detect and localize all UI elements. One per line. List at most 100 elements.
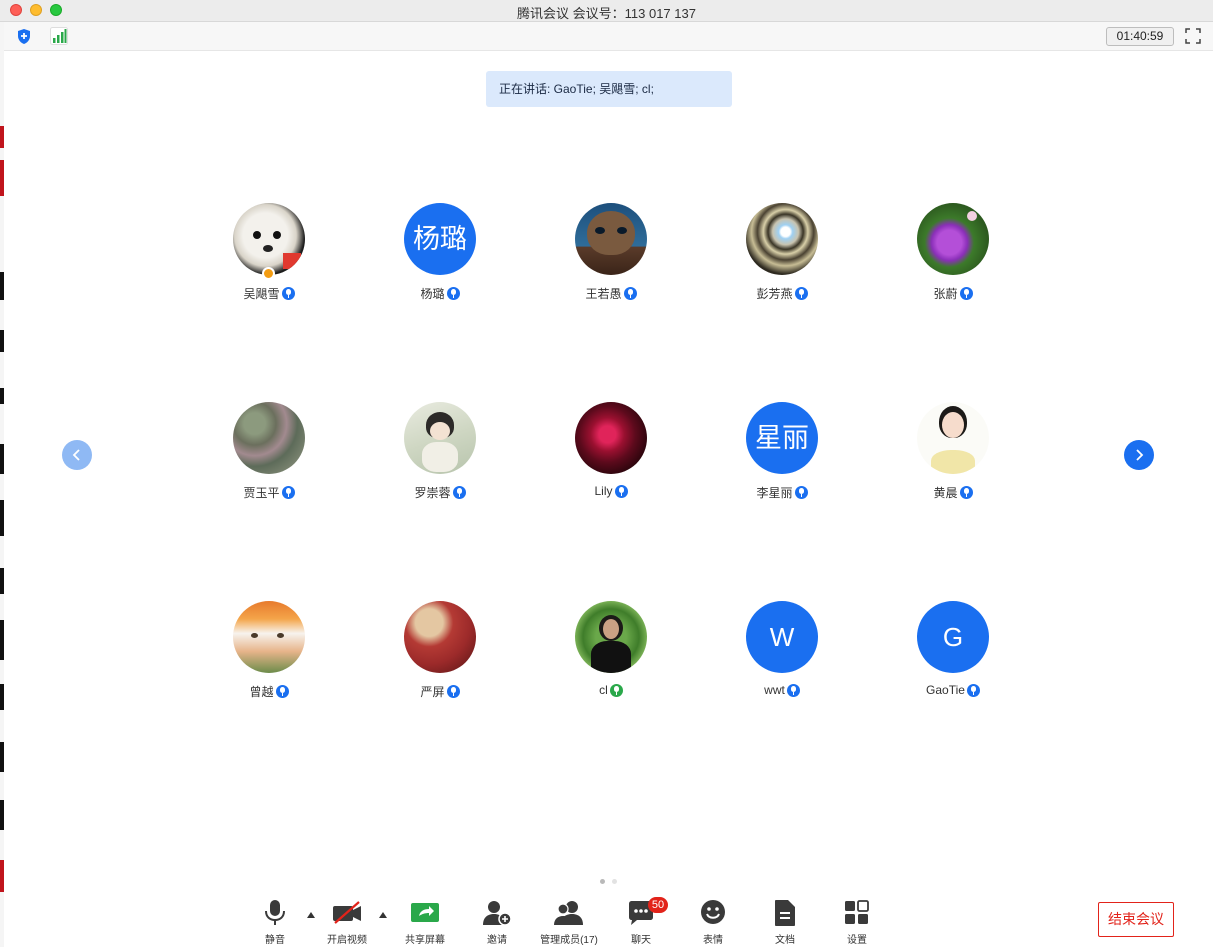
- participant-name-row: Lily: [531, 484, 691, 498]
- avatar: [575, 402, 647, 474]
- mic-icon[interactable]: [786, 683, 800, 697]
- mic-icon[interactable]: [452, 486, 466, 499]
- avatar: [233, 601, 305, 673]
- avatar: [746, 203, 818, 275]
- mic-icon[interactable]: [281, 486, 295, 499]
- title-bar: 腾讯会议 会议号：113 017 137: [0, 0, 1213, 22]
- participant-tile[interactable]: 星丽 李星丽: [702, 402, 862, 501]
- fullscreen-icon[interactable]: [1185, 28, 1201, 44]
- mic-icon[interactable]: [446, 685, 460, 698]
- participant-tile[interactable]: 王若愚: [531, 203, 691, 302]
- share-screen-button[interactable]: 共享屏幕: [402, 899, 448, 946]
- meeting-toolbar: 01:40:59: [4, 22, 1213, 51]
- chat-unread-badge: 50: [648, 897, 668, 913]
- participant-name-row: 李星丽: [702, 484, 862, 501]
- participant-name-row: GaoTie: [873, 683, 1033, 697]
- participant-tile[interactable]: cl: [531, 601, 691, 697]
- participant-name-row: 贾玉平: [189, 484, 349, 501]
- avatar: [404, 402, 476, 474]
- page-dot-active[interactable]: [600, 879, 605, 884]
- previous-page-button[interactable]: [62, 440, 92, 470]
- mic-icon[interactable]: [446, 287, 460, 300]
- mic-icon[interactable]: [966, 683, 980, 697]
- docs-label: 文档: [775, 935, 795, 946]
- participant-name-row: 王若愚: [531, 285, 691, 302]
- participant-name: Lily: [594, 484, 613, 498]
- participant-tile[interactable]: 彭芳燕: [702, 203, 862, 302]
- background-window-edge: [0, 0, 4, 947]
- avatar: [575, 203, 647, 275]
- participant-name: 罗崇蓉: [414, 486, 451, 500]
- participant-name: 杨璐: [420, 287, 445, 301]
- participant-name: 贾玉平: [243, 486, 280, 500]
- participant-name: 黄晨: [933, 486, 958, 500]
- mic-icon[interactable]: [959, 287, 973, 300]
- participant-name: 张蔚: [933, 287, 958, 301]
- participant-tile[interactable]: 曾越: [189, 601, 349, 700]
- settings-label: 设置: [847, 935, 867, 946]
- microphone-icon: [265, 900, 285, 925]
- participant-tile[interactable]: 吴飓雪: [189, 203, 349, 302]
- participant-name-row: 彭芳燕: [702, 285, 862, 302]
- participant-name: wwt: [764, 683, 785, 697]
- mic-icon[interactable]: [614, 484, 628, 498]
- mute-label: 静音: [265, 935, 285, 946]
- participant-name: GaoTie: [926, 683, 965, 697]
- signal-icon[interactable]: [50, 27, 68, 45]
- participant-tile[interactable]: 杨璐 杨璐: [360, 203, 520, 302]
- members-icon: [554, 901, 583, 925]
- participant-name-row: wwt: [702, 683, 862, 697]
- smiley-icon: [701, 900, 725, 924]
- manage-members-button[interactable]: 管理成员(17): [538, 899, 600, 946]
- invite-button[interactable]: 邀请: [480, 899, 514, 946]
- participant-name-row: 吴飓雪: [189, 285, 349, 302]
- participant-name: 王若愚: [585, 287, 622, 301]
- video-options-caret[interactable]: [379, 912, 387, 918]
- mute-button[interactable]: 静音: [258, 899, 292, 946]
- chat-button[interactable]: 聊天 50: [624, 897, 668, 946]
- participant-name-row: cl: [531, 683, 691, 697]
- participant-name-row: 严屏: [360, 683, 520, 700]
- docs-button[interactable]: 文档: [768, 899, 802, 946]
- avatar: 杨璐: [404, 203, 476, 275]
- avatar: [233, 402, 305, 474]
- participant-name-row: 黄晨: [873, 484, 1033, 501]
- avatar: [917, 203, 989, 275]
- participant-name: 彭芳燕: [756, 287, 793, 301]
- page-dot[interactable]: [612, 879, 617, 884]
- participant-tile[interactable]: Lily: [531, 402, 691, 498]
- shield-icon[interactable]: [16, 28, 32, 45]
- settings-button[interactable]: 设置: [840, 899, 874, 946]
- mic-icon[interactable]: [275, 685, 289, 698]
- participant-tile[interactable]: 严屏: [360, 601, 520, 700]
- add-user-icon: [483, 901, 512, 926]
- mic-active-icon[interactable]: [609, 683, 623, 697]
- participant-tile[interactable]: 黄晨: [873, 402, 1033, 501]
- start-video-button[interactable]: 开启视频: [324, 899, 370, 946]
- host-icon: [262, 267, 275, 280]
- audio-options-caret[interactable]: [307, 912, 315, 918]
- avatar: W: [746, 601, 818, 673]
- chevron-right-icon: [1136, 449, 1144, 461]
- mic-icon[interactable]: [281, 287, 295, 300]
- avatar: [404, 601, 476, 673]
- participant-tile[interactable]: 贾玉平: [189, 402, 349, 501]
- participant-name-row: 杨璐: [360, 285, 520, 302]
- participant-tile[interactable]: W wwt: [702, 601, 862, 697]
- avatar: [575, 601, 647, 673]
- manage-members-label: 管理成员(17): [540, 935, 598, 946]
- end-meeting-button[interactable]: 结束会议: [1098, 902, 1174, 937]
- next-page-button[interactable]: [1124, 440, 1154, 470]
- mic-icon[interactable]: [794, 287, 808, 300]
- participant-tile[interactable]: G GaoTie: [873, 601, 1033, 697]
- mic-icon[interactable]: [623, 287, 637, 300]
- mic-icon[interactable]: [959, 486, 973, 499]
- video-off-icon: [333, 901, 361, 924]
- participant-name: 曾越: [249, 685, 274, 699]
- participant-tile[interactable]: 张蔚: [873, 203, 1033, 302]
- participant-name-row: 罗崇蓉: [360, 484, 520, 501]
- participant-tile[interactable]: 罗崇蓉: [360, 402, 520, 501]
- mic-icon[interactable]: [794, 486, 808, 499]
- emoji-label: 表情: [703, 935, 723, 946]
- emoji-button[interactable]: 表情: [696, 899, 730, 946]
